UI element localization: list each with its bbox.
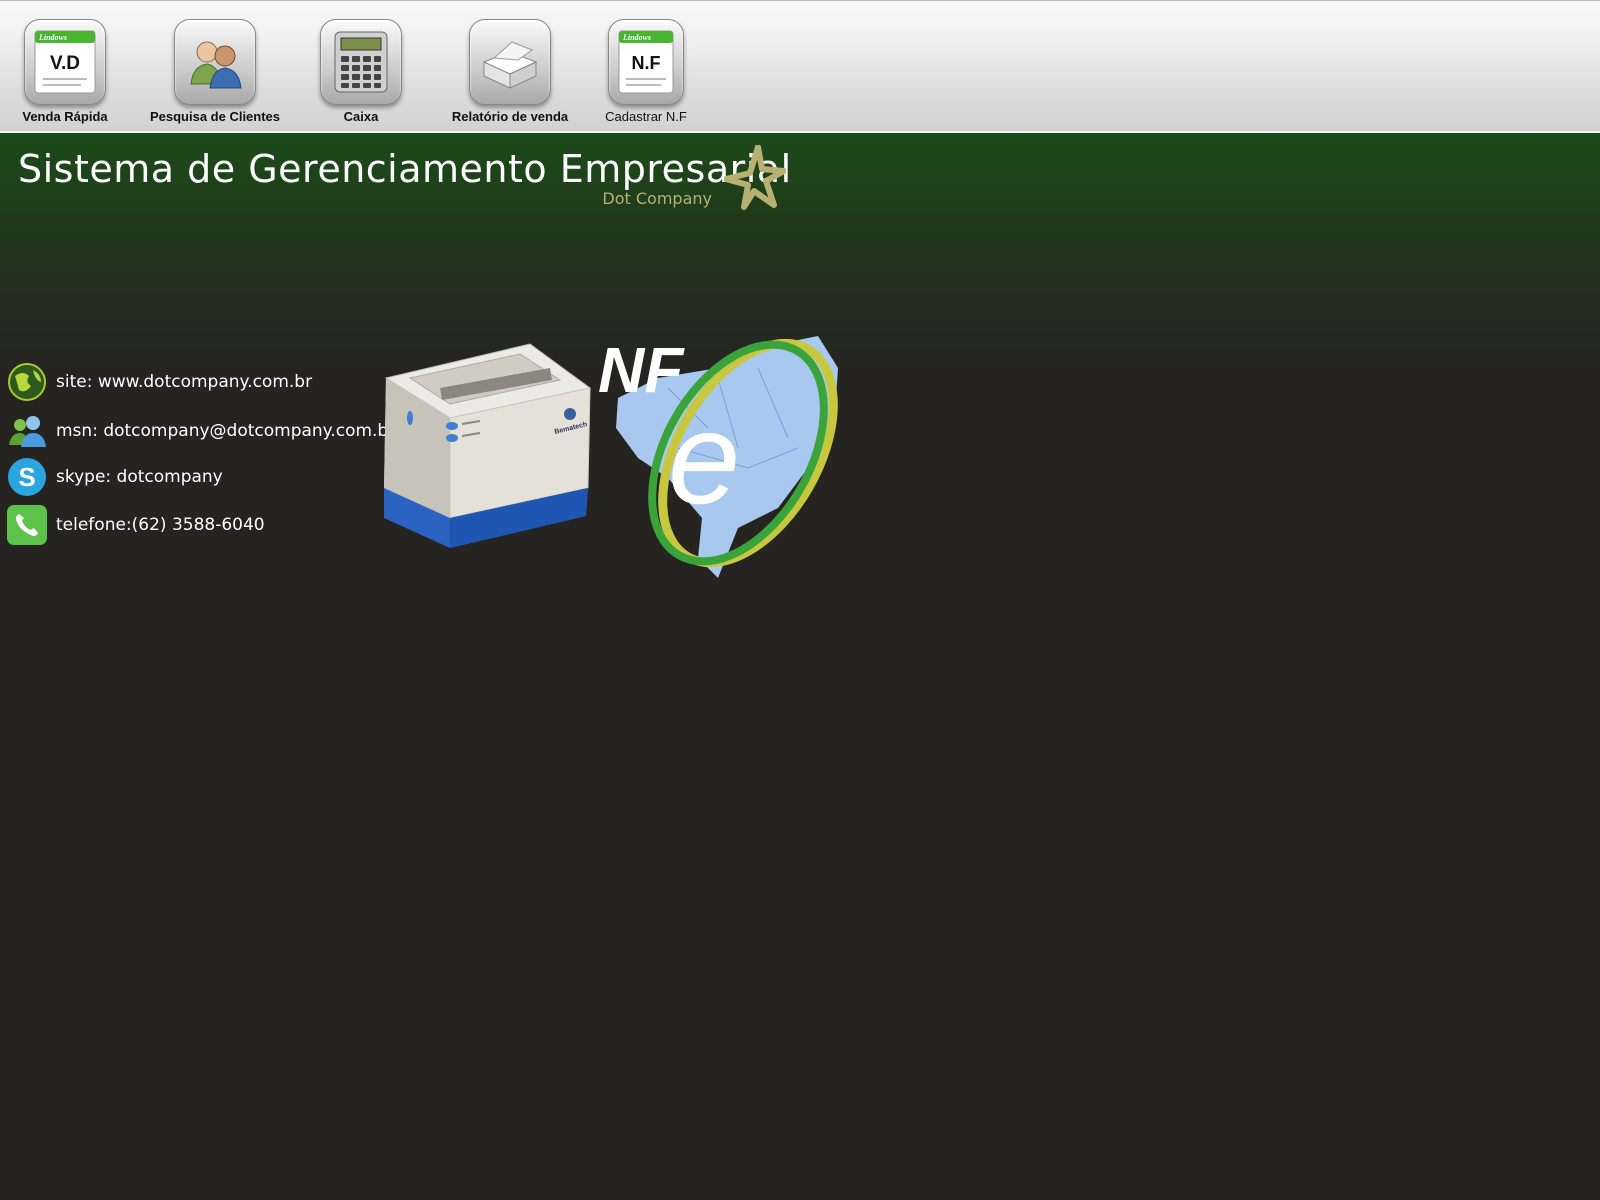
nfe-logo-image: NF e	[598, 334, 838, 578]
app-title: Sistema de Gerenciamento Empresarial	[18, 147, 792, 191]
caixa-button[interactable]: Caixa	[320, 19, 402, 124]
svg-text:Lindows: Lindows	[38, 33, 67, 42]
contact-skype[interactable]: S skype: dotcompany	[6, 456, 223, 498]
toolbar: Lindows V.D Venda Rápida Pesquisa de Cli…	[0, 0, 1600, 133]
contact-phone-text: telefone:(62) 3588-6040	[56, 515, 265, 535]
venda-rapida-label: Venda Rápida	[22, 109, 108, 124]
pesquisa-clientes-label: Pesquisa de Clientes	[149, 109, 281, 124]
cadastrar-nf-button[interactable]: Lindows N.F Cadastrar N.F	[600, 19, 692, 124]
calculator-icon	[320, 19, 402, 105]
globe-icon	[6, 361, 48, 403]
sales-report-box-icon	[469, 19, 551, 105]
relatorio-venda-button[interactable]: Relatório de venda	[450, 19, 570, 124]
relatorio-venda-label: Relatório de venda	[451, 109, 569, 124]
contact-skype-text: skype: dotcompany	[56, 467, 223, 487]
svg-text:Lindows: Lindows	[622, 33, 651, 42]
contact-phone[interactable]: telefone:(62) 3588-6040	[6, 504, 265, 546]
clients-people-icon	[174, 19, 256, 105]
invoice-document-icon: Lindows N.F	[608, 19, 684, 105]
quick-sale-document-icon: Lindows V.D	[24, 19, 106, 105]
svg-text:V.D: V.D	[50, 53, 80, 74]
svg-text:S: S	[18, 462, 35, 492]
cadastrar-nf-label: Cadastrar N.F	[605, 109, 687, 124]
contact-msn[interactable]: msn: dotcompany@dotcompany.com.br	[6, 410, 395, 452]
svg-text:e: e	[668, 385, 740, 531]
fiscal-printer-image: Bematech	[384, 343, 592, 548]
contact-site-text: site: www.dotcompany.com.br	[56, 372, 313, 392]
caixa-label: Caixa	[343, 109, 379, 124]
venda-rapida-button[interactable]: Lindows V.D Venda Rápida	[22, 19, 108, 124]
phone-icon	[6, 504, 48, 546]
skype-icon: S	[6, 456, 48, 498]
star-logo-icon	[724, 145, 786, 210]
contact-site[interactable]: site: www.dotcompany.com.br	[6, 361, 312, 403]
app-subtitle: Dot Company	[602, 189, 712, 208]
contact-msn-text: msn: dotcompany@dotcompany.com.br	[56, 421, 396, 441]
main-panel: Sistema de Gerenciamento Empresarial Dot…	[0, 133, 1600, 1200]
pesquisa-clientes-button[interactable]: Pesquisa de Clientes	[150, 19, 280, 124]
msn-icon	[6, 410, 48, 452]
svg-text:N.F: N.F	[632, 53, 661, 73]
